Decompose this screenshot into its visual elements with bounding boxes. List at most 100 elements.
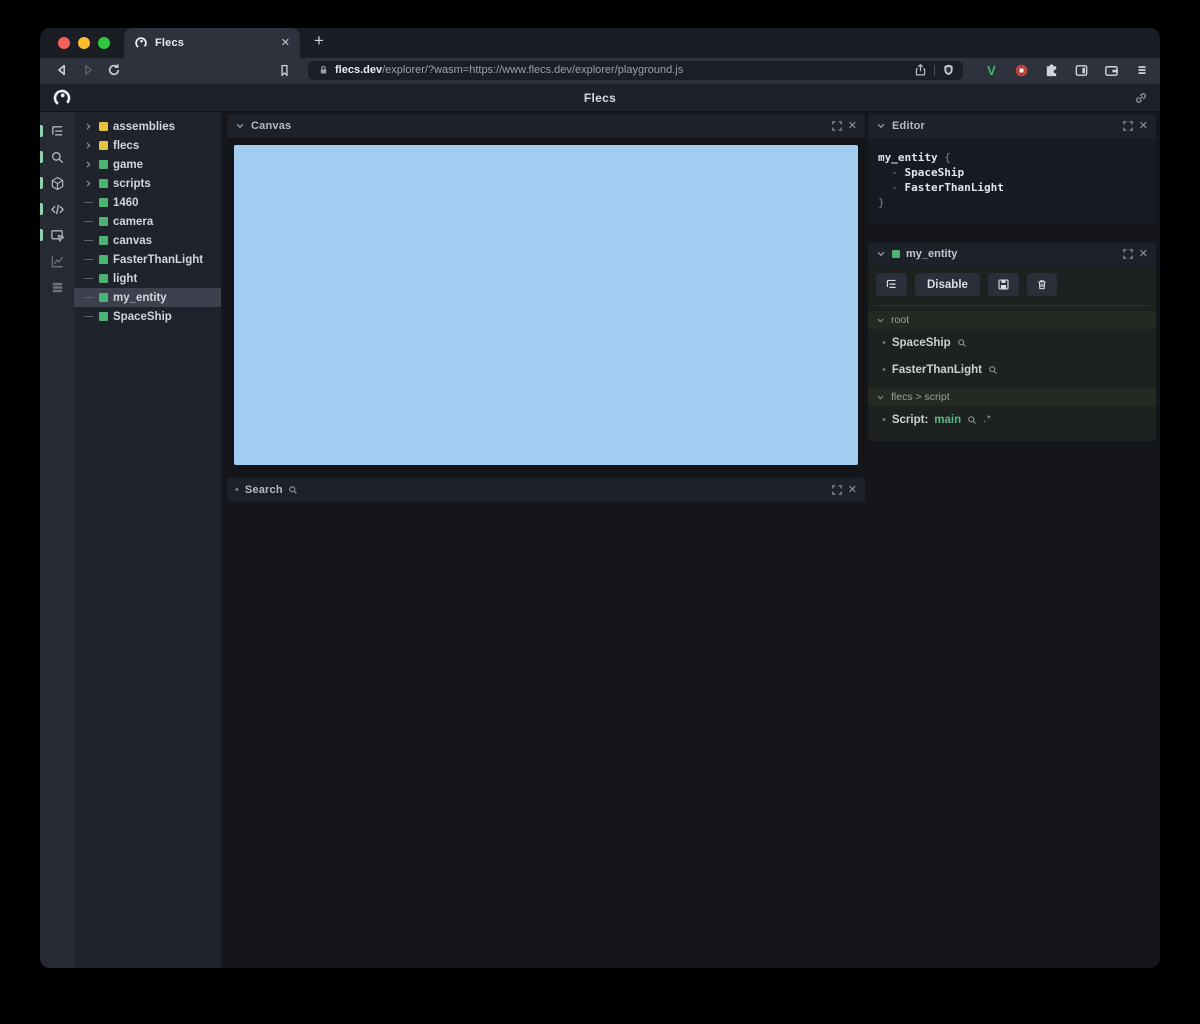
entity-tree: assemblies flecs game scripts 1460 camer… bbox=[74, 112, 221, 968]
script-editor[interactable]: my_entity { - SpaceShip - FasterThanLigh… bbox=[868, 138, 1156, 224]
tree-item[interactable]: scripts bbox=[74, 174, 221, 193]
tree-item[interactable]: flecs bbox=[74, 136, 221, 155]
vue-devtools-icon[interactable]: V bbox=[983, 62, 1000, 79]
section-header[interactable]: root bbox=[868, 311, 1156, 329]
tree-expander[interactable] bbox=[82, 278, 94, 279]
red-extension-icon[interactable] bbox=[1013, 62, 1030, 79]
tree-expander[interactable] bbox=[82, 141, 94, 150]
search-panel-header[interactable]: • Search ✕ bbox=[227, 478, 865, 502]
tree-expander[interactable] bbox=[82, 297, 94, 298]
reload-icon[interactable] bbox=[104, 61, 124, 79]
flecs-logo-icon[interactable] bbox=[52, 88, 72, 108]
chevron-down-icon[interactable] bbox=[235, 121, 245, 131]
lookup-icon[interactable] bbox=[988, 365, 998, 375]
side-panel-icon[interactable] bbox=[1073, 62, 1090, 79]
menu-icon[interactable] bbox=[1133, 62, 1150, 79]
collapsed-indicator: • bbox=[235, 484, 239, 496]
close-panel-icon[interactable]: ✕ bbox=[1139, 120, 1148, 132]
component-row[interactable]: • Script: main .* bbox=[868, 406, 1156, 433]
tree-item[interactable]: light bbox=[74, 269, 221, 288]
tab-close-icon[interactable]: ✕ bbox=[281, 37, 290, 49]
tree-expander[interactable] bbox=[82, 240, 94, 241]
tree-item-label: my_entity bbox=[113, 291, 167, 304]
forward-icon[interactable] bbox=[78, 61, 98, 79]
app-header: Flecs bbox=[40, 84, 1160, 112]
new-tab-button[interactable]: + bbox=[300, 31, 324, 55]
window-controls bbox=[40, 28, 124, 58]
back-icon[interactable] bbox=[52, 61, 72, 79]
tree-item[interactable]: canvas bbox=[74, 231, 221, 250]
tree-item[interactable]: SpaceShip bbox=[74, 307, 221, 326]
app-content: assemblies flecs game scripts 1460 camer… bbox=[40, 112, 1160, 968]
close-panel-icon[interactable]: ✕ bbox=[848, 484, 857, 496]
browser-tab[interactable]: Flecs ✕ bbox=[124, 28, 300, 58]
lookup-icon[interactable] bbox=[967, 415, 977, 425]
search-icon bbox=[288, 485, 298, 495]
section-header[interactable]: flecs > script bbox=[868, 388, 1156, 406]
tree-item-label: assemblies bbox=[113, 120, 176, 133]
share-icon[interactable] bbox=[914, 63, 927, 77]
delete-button[interactable] bbox=[1026, 273, 1057, 296]
tree-expander[interactable] bbox=[82, 316, 94, 317]
save-button[interactable] bbox=[987, 273, 1019, 296]
active-indicator bbox=[40, 125, 43, 137]
address-bar[interactable]: flecs.dev/explorer/?wasm=https://www.fle… bbox=[308, 60, 963, 80]
tree-item[interactable]: assemblies bbox=[74, 117, 221, 136]
minimize-window-button[interactable] bbox=[78, 37, 90, 49]
tree-expander[interactable] bbox=[82, 160, 94, 169]
tree-view-button[interactable] bbox=[876, 273, 907, 296]
entity-color-square bbox=[99, 293, 108, 302]
render-canvas[interactable] bbox=[234, 145, 858, 465]
component-value: main bbox=[934, 413, 962, 426]
tree-item[interactable]: my_entity bbox=[74, 288, 221, 307]
tree-expander[interactable] bbox=[82, 122, 94, 131]
component-section: root • SpaceShip • FasterThanLight bbox=[868, 311, 1156, 383]
component-row[interactable]: • FasterThanLight bbox=[868, 356, 1156, 383]
extensions-puzzle-icon[interactable] bbox=[1043, 62, 1060, 79]
tree-expander[interactable] bbox=[82, 202, 94, 203]
tree-item[interactable]: FasterThanLight bbox=[74, 250, 221, 269]
fullscreen-icon[interactable] bbox=[1123, 249, 1133, 259]
code-icon[interactable] bbox=[40, 196, 74, 222]
tree-expander[interactable] bbox=[82, 179, 94, 188]
chevron-down-icon bbox=[877, 395, 884, 399]
tree-expander[interactable] bbox=[82, 221, 94, 222]
close-panel-icon[interactable]: ✕ bbox=[848, 120, 857, 132]
tree-expander[interactable] bbox=[82, 259, 94, 260]
chevron-down-icon[interactable] bbox=[876, 249, 886, 259]
browser-toolbar: flecs.dev/explorer/?wasm=https://www.fle… bbox=[40, 58, 1160, 84]
fullscreen-icon[interactable] bbox=[832, 121, 842, 131]
search-icon[interactable] bbox=[40, 144, 74, 170]
favicon-flecs-icon bbox=[134, 36, 148, 50]
inspector-header[interactable]: my_entity ✕ bbox=[868, 243, 1156, 265]
editor-panel-header[interactable]: Editor ✕ bbox=[868, 114, 1156, 138]
tree-item[interactable]: game bbox=[74, 155, 221, 174]
cube-icon[interactable] bbox=[40, 170, 74, 196]
lookup-icon[interactable] bbox=[957, 338, 967, 348]
share-link-icon[interactable] bbox=[1134, 91, 1148, 105]
tree-item[interactable]: 1460 bbox=[74, 193, 221, 212]
fullscreen-icon[interactable] bbox=[832, 485, 842, 495]
zoom-window-button[interactable] bbox=[98, 37, 110, 49]
component-label: Script: bbox=[891, 413, 929, 426]
canvas-panel-header[interactable]: Canvas ✕ bbox=[227, 114, 865, 138]
close-panel-icon[interactable]: ✕ bbox=[1139, 248, 1148, 260]
entity-color-square bbox=[99, 274, 108, 283]
fullscreen-icon[interactable] bbox=[1123, 121, 1133, 131]
disable-button[interactable]: Disable bbox=[915, 273, 980, 296]
brave-shield-icon[interactable] bbox=[942, 63, 955, 77]
url-host: flecs.dev bbox=[335, 64, 383, 76]
rows-icon[interactable] bbox=[40, 274, 74, 300]
chevron-down-icon[interactable] bbox=[876, 121, 886, 131]
bookmark-icon[interactable] bbox=[274, 61, 294, 79]
component-row[interactable]: • SpaceShip bbox=[868, 329, 1156, 356]
close-window-button[interactable] bbox=[58, 37, 70, 49]
tree-item-label: light bbox=[113, 272, 138, 285]
tree-icon[interactable] bbox=[40, 118, 74, 144]
tree-item[interactable]: camera bbox=[74, 212, 221, 231]
tab-title: Flecs bbox=[155, 37, 185, 49]
canvas-select-icon[interactable] bbox=[40, 222, 74, 248]
chart-icon[interactable] bbox=[40, 248, 74, 274]
wallet-icon[interactable] bbox=[1103, 62, 1120, 79]
main-area: Canvas ✕ • Search ✕ Editor ✕ my_entity {… bbox=[221, 112, 1160, 968]
